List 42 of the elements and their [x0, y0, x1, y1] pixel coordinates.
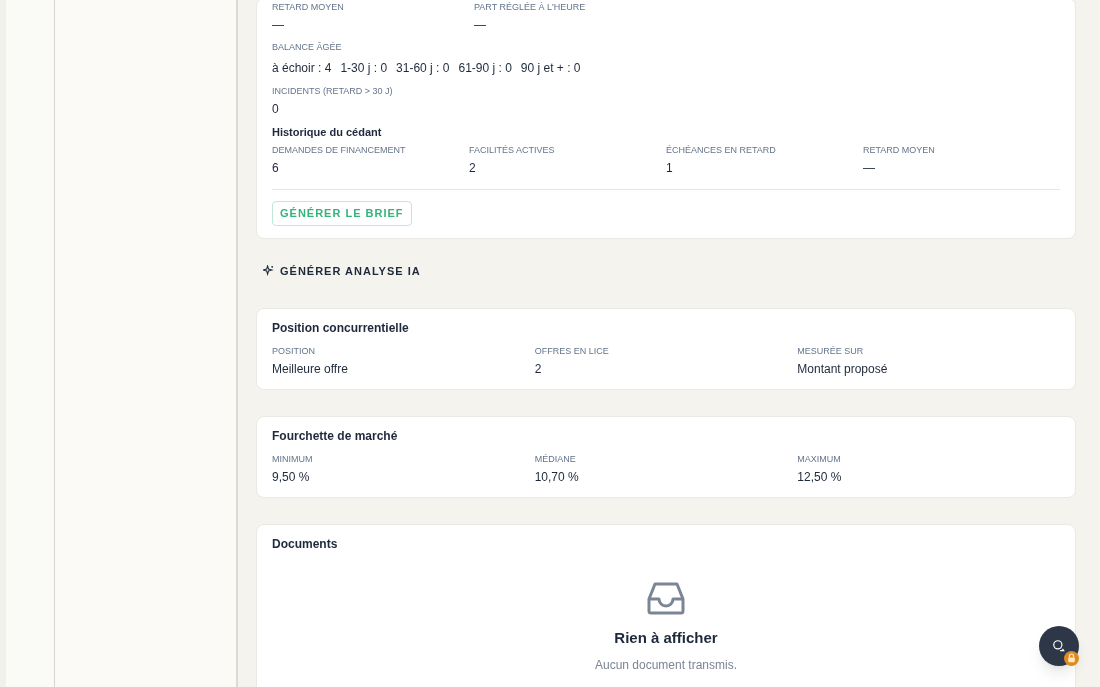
field-value: Meilleure offre: [272, 361, 348, 377]
field-value: 10,70 %: [534, 469, 579, 485]
empty-title: Rien à afficher: [614, 628, 718, 648]
field-value: 12,50 %: [797, 469, 842, 485]
sparkle-icon: [263, 265, 274, 277]
field-label: OFFRES EN LICE: [534, 345, 609, 357]
lock-icon: [1064, 651, 1079, 666]
section-title: Position concurrentielle: [272, 320, 410, 337]
field-label: MINIMUM: [272, 453, 313, 465]
field-value: 61-90 j : 0: [458, 59, 512, 77]
field-label: ÉCHÉANCES EN RETARD: [666, 144, 776, 156]
field-label: RETARD MOYEN: [272, 1, 344, 13]
section-title: Fourchette de marché: [272, 428, 399, 445]
field-value: 1-30 j : 0: [340, 59, 388, 77]
field-value: 31-60 j : 0: [396, 59, 450, 77]
inbox-icon: [647, 581, 685, 615]
field-value: —: [474, 17, 486, 33]
field-value: 0: [272, 100, 279, 117]
field-value: 2: [469, 160, 476, 176]
field-label: DEMANDES DE FINANCEMENT: [272, 144, 406, 156]
field-value: 6: [272, 160, 279, 176]
field-value: —: [272, 17, 284, 33]
field-label: BALANCE ÂGÉE: [272, 41, 342, 54]
field-value: 90 j et + : 0: [520, 59, 581, 77]
empty-text: Aucun document transmis.: [594, 656, 738, 674]
field-label: MESURÉE SUR: [797, 345, 864, 357]
section-title: Documents: [272, 536, 339, 553]
field-value: 1: [666, 160, 673, 176]
section-title: Historique du cédant: [272, 124, 383, 140]
field-label: FACILITÉS ACTIVES: [469, 144, 555, 156]
field-label: POSITION: [272, 345, 315, 357]
field-label: MAXIMUM: [797, 453, 841, 465]
field-label: MÉDIANE: [534, 453, 576, 465]
field-value: —: [863, 160, 875, 176]
field-label: RETARD MOYEN: [863, 144, 935, 156]
field-value: 9,50 %: [272, 469, 310, 485]
field-label: INCIDENTS (RETARD > 30 J): [272, 84, 393, 97]
field-label: PART RÉGLÉE À L'HEURE: [474, 1, 586, 13]
field-value: 2: [534, 361, 542, 377]
field-value: Montant proposé: [797, 361, 888, 377]
field-value: à échoir : 4: [272, 59, 332, 77]
ai-analysis-button[interactable]: GÉNÉRER ANALYSE IA: [263, 262, 421, 279]
